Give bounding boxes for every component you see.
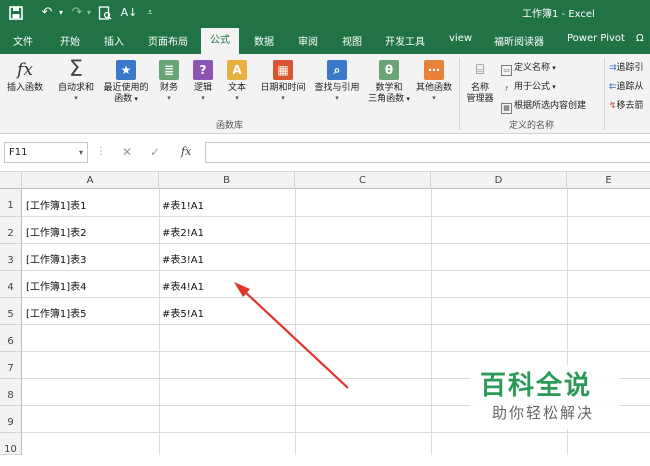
watermark-title: 百科全说 bbox=[480, 371, 593, 401]
watermark: 百科全说 助你轻松解决 bbox=[470, 365, 620, 430]
watermark-subtitle: 助你轻松解决 bbox=[492, 404, 595, 422]
